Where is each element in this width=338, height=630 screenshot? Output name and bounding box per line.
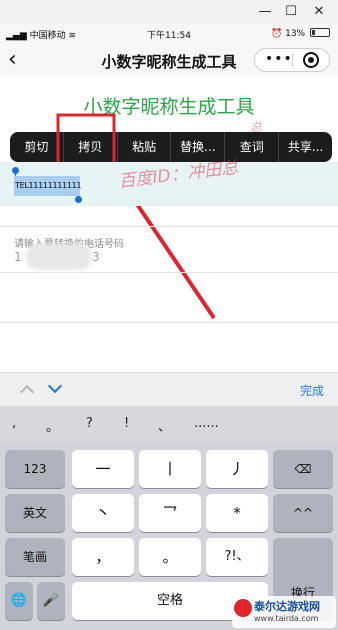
logo-url: www.tairda.com: [254, 614, 319, 623]
keyboard-toolbar: 完成: [0, 372, 338, 406]
site-logo: 泰尔达游戏网 www.tairda.com: [232, 596, 336, 628]
done-button[interactable]: 完成: [300, 382, 324, 399]
candidate-enum-comma[interactable]: 、: [158, 416, 171, 435]
candidate-exclaim[interactable]: !: [124, 416, 129, 431]
redacted-blur: [26, 244, 92, 270]
globe-icon[interactable]: 🌐: [5, 582, 33, 620]
backspace-icon[interactable]: ⌫: [273, 450, 333, 488]
candidate-period[interactable]: 。: [46, 416, 59, 435]
key-english[interactable]: 英文: [5, 494, 65, 532]
key-stroke-dian[interactable]: 丶: [72, 494, 134, 532]
selection-end-handle[interactable]: [75, 196, 82, 203]
key-stroke-heng[interactable]: 一: [72, 450, 134, 488]
selection-start-handle[interactable]: [12, 167, 19, 187]
divider: [0, 272, 338, 273]
logo-name: 泰尔达游戏网: [254, 600, 320, 613]
phone-input-field[interactable]: 1 3: [0, 238, 338, 274]
key-emoticon[interactable]: ^^: [273, 494, 333, 532]
key-123[interactable]: 123: [5, 450, 65, 488]
key-punctuation[interactable]: ?!、: [206, 538, 268, 576]
key-stroke-shu[interactable]: 丨: [139, 450, 201, 488]
candidate-ellipsis[interactable]: ......: [194, 416, 219, 431]
phone-suffix: 3: [92, 250, 100, 264]
key-period[interactable]: 。: [139, 538, 201, 576]
key-stroke-pie[interactable]: 丿: [206, 450, 268, 488]
next-field-icon[interactable]: [47, 378, 63, 394]
key-comma[interactable]: ，: [72, 538, 134, 576]
microphone-icon[interactable]: 🎤: [37, 582, 65, 620]
phone-prefix: 1: [14, 250, 22, 264]
key-stroke-mode[interactable]: 笔画: [5, 538, 65, 576]
key-wildcard[interactable]: *: [206, 494, 268, 532]
divider: [0, 322, 338, 323]
key-stroke-zhe[interactable]: 乛: [139, 494, 201, 532]
selected-result-text[interactable]: TEL11111111111: [14, 176, 81, 196]
candidate-comma[interactable]: ,: [12, 416, 16, 431]
previous-field-icon[interactable]: [19, 384, 35, 400]
candidate-bar: , 。 ? ! 、 ......: [0, 406, 338, 442]
logo-icon: [234, 599, 252, 617]
candidate-question[interactable]: ?: [86, 416, 93, 431]
